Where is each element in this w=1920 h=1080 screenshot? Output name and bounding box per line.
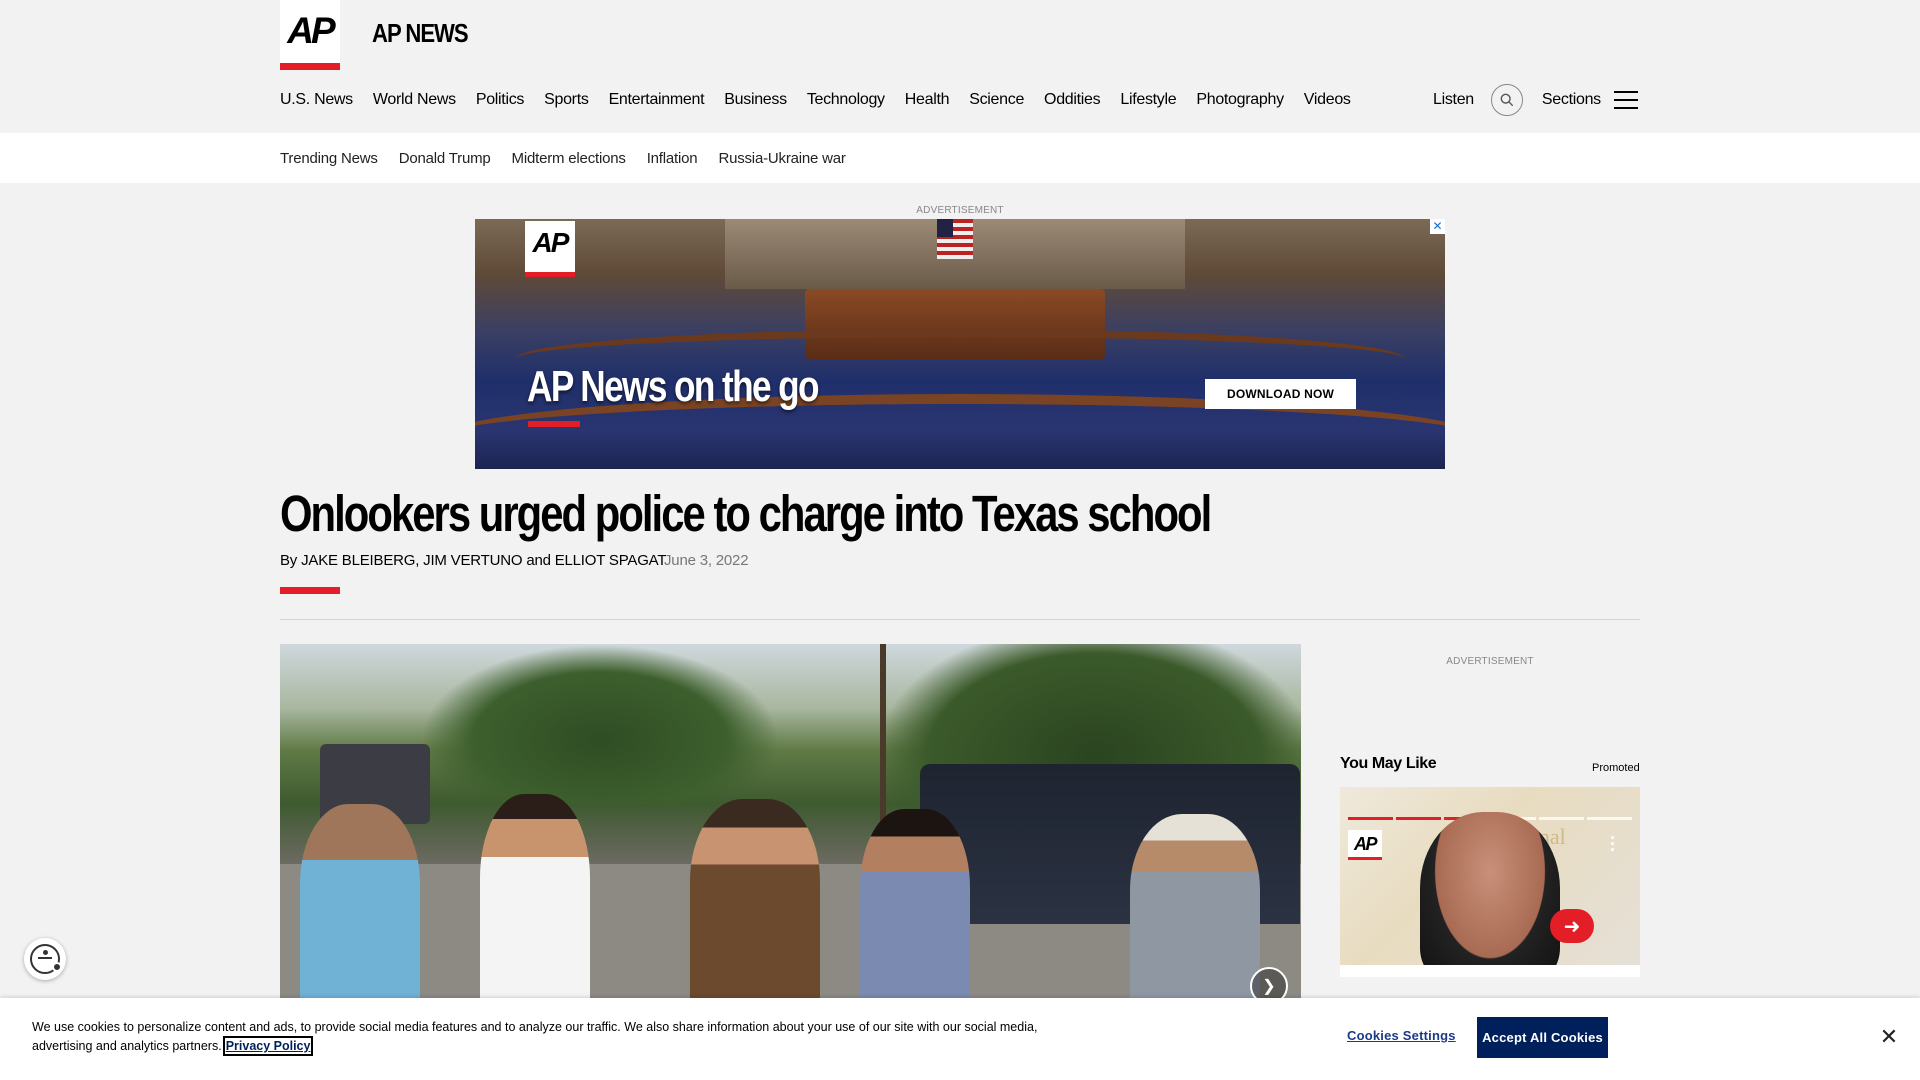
chevron-right-icon: ❯ [1262,978,1276,995]
accept-all-cookies-button[interactable]: Accept All Cookies [1477,1017,1608,1058]
ad-underline [528,421,580,427]
nav-item-health[interactable]: Health [905,91,950,109]
header-actions: Listen Sections [1433,84,1638,116]
nav-item-us-news[interactable]: U.S. News [280,91,353,109]
nav-item-sports[interactable]: Sports [544,91,589,109]
article-date: June 3, 2022 [664,552,749,569]
accessibility-button[interactable] [24,938,66,980]
nav-item-videos[interactable]: Videos [1304,91,1351,109]
progress-segment [1348,817,1393,820]
cookie-description: We use cookies to personalize content an… [32,1020,1038,1053]
byline-authors[interactable]: JAKE BLEIBERG, JIM VERTUNO and ELLIOT SP… [301,552,666,569]
ad-ap-logo: AP [525,221,575,277]
nav-item-world-news[interactable]: World News [373,91,456,109]
hamburger-menu-icon[interactable] [1613,91,1638,109]
photo-person [480,794,590,999]
promo-card-footer [1340,965,1640,977]
byline-prefix: By [280,552,298,569]
ad-download-button[interactable]: DOWNLOAD NOW [1205,379,1356,409]
you-may-like-heading: You May Like [1340,755,1437,772]
more-options-icon[interactable]: · · · [1610,829,1616,859]
ad-label: ADVERTISEMENT [916,205,1004,216]
ad-banner[interactable]: AP AP News on the go DOWNLOAD NOW ✕ [475,219,1445,469]
nav-item-technology[interactable]: Technology [807,91,885,109]
main-nav: U.S. News World News Politics Sports Ent… [280,91,1371,109]
nav-item-photography[interactable]: Photography [1196,91,1284,109]
ad-headline: AP News on the go [527,362,820,411]
ap-logo[interactable]: AP [280,0,340,70]
promo-ap-logo: AP [1348,830,1382,860]
trending-item-russia-ukraine-war[interactable]: Russia-Ukraine war [718,150,845,167]
gear-icon [52,962,62,972]
progress-segment [1395,817,1441,820]
promoted-video-card[interactable]: NationalBookAwards AP ··· ➜ [1340,787,1640,977]
photo-person [690,799,820,999]
listen-button[interactable]: Listen [1433,91,1474,109]
nav-item-lifestyle[interactable]: Lifestyle [1120,91,1176,109]
nav-item-science[interactable]: Science [969,91,1024,109]
ad-ap-logo-text: AP [532,227,570,258]
article-main-photo[interactable]: ❯ [280,644,1301,999]
article-headline: Onlookers urged police to charge into Te… [280,485,1212,542]
arrow-right-icon[interactable]: ➜ [1550,909,1594,943]
article-byline: By JAKE BLEIBERG, JIM VERTUNO and ELLIOT … [280,552,667,569]
ad-close-icon[interactable]: ✕ [1430,219,1445,234]
cookies-settings-button[interactable]: Cookies Settings [1347,1028,1456,1043]
nav-item-oddities[interactable]: Oddities [1044,91,1101,109]
search-icon [1500,93,1514,107]
photo-person [300,804,420,999]
search-button[interactable] [1490,84,1523,116]
site-name[interactable]: AP NEWS [372,18,469,49]
headline-red-accent [280,587,340,594]
cookie-text-block: We use cookies to personalize content an… [32,1018,1092,1056]
sidebar-ad-label: ADVERTISEMENT [1446,656,1534,667]
trending-item-midterm-elections[interactable]: Midterm elections [512,150,626,167]
cookie-banner: We use cookies to personalize content an… [0,998,1920,1080]
ap-logo-text: AP [287,10,335,51]
photo-person [1130,814,1260,999]
trending-item-trending-news[interactable]: Trending News [280,150,378,167]
site-header: AP AP NEWS U.S. News World News Politics… [0,0,1920,133]
trending-bar: Trending News Donald Trump Midterm elect… [0,133,1920,183]
nav-item-politics[interactable]: Politics [476,91,525,109]
promo-portrait [1420,812,1560,977]
close-icon[interactable]: ✕ [1877,1025,1901,1049]
privacy-policy-link[interactable]: Privacy Policy [222,1036,314,1056]
gallery-next-button[interactable]: ❯ [1250,967,1288,999]
nav-item-business[interactable]: Business [724,91,787,109]
ad-image-flag [937,219,973,259]
trending-item-inflation[interactable]: Inflation [647,150,698,167]
promo-ap-logo-text: AP [1353,834,1378,854]
ap-logo-red-bar [280,63,340,70]
progress-segment [1539,817,1585,820]
photo-trees-left [420,644,780,804]
progress-segment [1587,817,1632,820]
sections-button[interactable]: Sections [1542,91,1601,109]
article-divider [280,619,1640,620]
nav-item-entertainment[interactable]: Entertainment [609,91,705,109]
photo-person [860,809,970,999]
trending-item-donald-trump[interactable]: Donald Trump [399,150,491,167]
photo-utility-pole [880,644,886,844]
promoted-label[interactable]: Promoted [1592,762,1640,774]
